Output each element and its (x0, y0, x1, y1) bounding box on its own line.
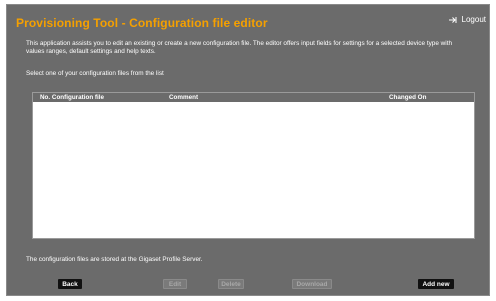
edit-button[interactable]: Edit (163, 279, 187, 289)
table-body (33, 102, 474, 238)
download-button[interactable]: Download (292, 279, 332, 289)
add-new-button[interactable]: Add new (418, 279, 454, 289)
delete-button[interactable]: Delete (218, 279, 244, 289)
column-header-config-file[interactable]: No. Configuration file (40, 94, 104, 101)
logout-arrow-icon (448, 16, 458, 24)
configuration-files-table[interactable]: No. Configuration file Comment Changed O… (32, 92, 475, 239)
select-instruction: Select one of your configuration files f… (26, 70, 164, 77)
intro-description: This application assists you to edit an … (26, 40, 453, 55)
table-header: No. Configuration file Comment Changed O… (33, 93, 474, 102)
column-header-changed-on[interactable]: Changed On (389, 94, 426, 101)
storage-note: The configuration files are stored at th… (26, 256, 203, 263)
logout-link[interactable]: Logout (448, 15, 486, 24)
column-header-comment[interactable]: Comment (169, 94, 198, 101)
logout-label: Logout (461, 15, 486, 24)
back-button[interactable]: Back (58, 279, 82, 289)
page-title: Provisioning Tool - Configuration file e… (16, 16, 268, 30)
